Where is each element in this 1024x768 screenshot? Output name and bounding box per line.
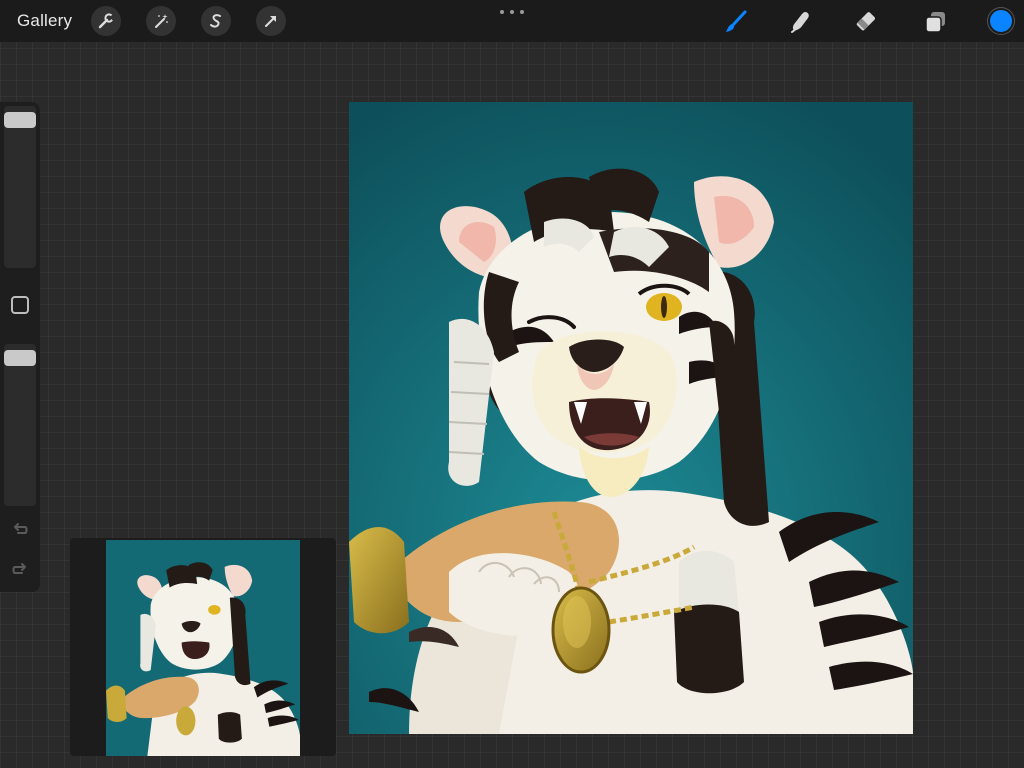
tiger-artwork [349, 102, 913, 734]
smudge-tool-button[interactable] [786, 7, 816, 37]
layers-icon [925, 12, 945, 33]
transform-button[interactable] [256, 6, 286, 36]
selection-button[interactable] [201, 6, 231, 36]
top-toolbar: Gallery [0, 0, 1024, 42]
eraser-icon [856, 12, 875, 31]
redo-button[interactable] [9, 559, 31, 581]
ellipsis-icon[interactable] [500, 6, 524, 18]
redo-arrow-icon [12, 563, 26, 574]
opacity-slider[interactable] [4, 344, 36, 506]
tiger-thumbnail [106, 540, 300, 756]
selection-s-icon [210, 14, 221, 28]
actions-button[interactable] [91, 6, 121, 36]
gallery-button[interactable]: Gallery [17, 11, 72, 31]
color-picker-button[interactable] [988, 8, 1014, 34]
reference-image [106, 540, 300, 756]
adjustments-button[interactable] [146, 6, 176, 36]
brush-icon [726, 10, 747, 32]
brush-size-slider[interactable] [4, 106, 36, 268]
magic-wand-icon [155, 14, 168, 28]
square-icon[interactable] [11, 296, 29, 314]
smudge-finger-icon [791, 12, 809, 33]
left-sidebar [0, 102, 40, 592]
brush-tool-button[interactable] [721, 7, 751, 37]
wrench-icon [98, 13, 115, 29]
reference-window[interactable] [70, 538, 336, 756]
undo-button[interactable] [9, 519, 31, 541]
layers-tool-button[interactable] [920, 7, 950, 37]
opacity-thumb[interactable] [4, 349, 36, 366]
undo-arrow-icon [14, 523, 28, 534]
eraser-tool-button[interactable] [853, 7, 883, 37]
brush-size-thumb[interactable] [4, 111, 36, 128]
drawing-canvas[interactable] [349, 102, 913, 734]
arrow-cursor-icon [265, 16, 276, 27]
